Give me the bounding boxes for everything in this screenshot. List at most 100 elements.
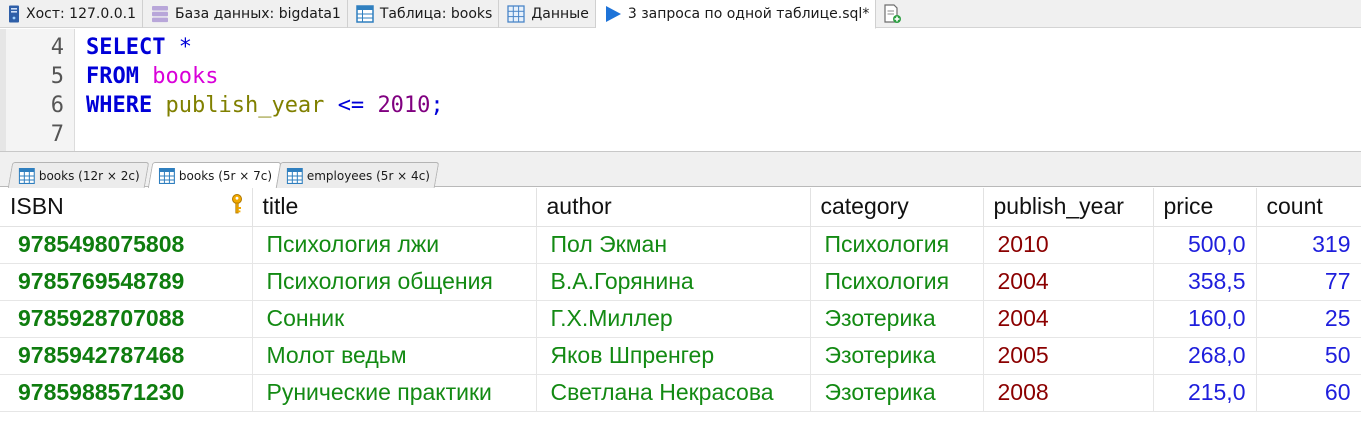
code-line-5: 5 FROM books — [0, 62, 219, 91]
gutter-divider — [74, 29, 75, 151]
column-header-label: category — [820, 193, 909, 220]
column-header-isbn[interactable]: ISBN — [0, 188, 253, 227]
grid-icon — [507, 5, 525, 23]
cell-isbn[interactable]: 9785769548789 — [0, 263, 253, 301]
tab-data-label: Данные — [531, 6, 589, 22]
column-header-label: price — [1163, 193, 1214, 220]
cell-title[interactable]: Сонник — [252, 300, 537, 338]
cell-author[interactable]: Яков Шпренгер — [536, 337, 811, 375]
cell-price[interactable]: 215,0 — [1153, 374, 1257, 412]
column-header-author[interactable]: author — [536, 188, 811, 227]
result-tab-label: employees (5r × 4c) — [306, 168, 431, 183]
cell-publish-year[interactable]: 2004 — [983, 300, 1154, 338]
table-row[interactable]: 9785988571230 Рунические практики Светла… — [0, 374, 1361, 412]
cell-publish-year[interactable]: 2010 — [983, 226, 1154, 264]
cell-title[interactable]: Рунические практики — [252, 374, 537, 412]
tab-query-label: 3 запроса по одной таблице.sql* — [627, 6, 870, 22]
sql-keyword: WHERE — [86, 93, 153, 118]
sql-editor[interactable]: 4 SELECT * 5 FROM books 6 WHERE publish_… — [0, 29, 1361, 151]
play-icon — [605, 6, 621, 22]
sql-semicolon: ; — [430, 93, 444, 118]
tab-table-label: Таблица: books — [379, 6, 493, 22]
results-grid[interactable]: ISBN title author category publish_year … — [0, 188, 1361, 412]
tab-table[interactable]: Таблица: books — [348, 0, 500, 28]
cell-category[interactable]: Эзотерика — [810, 300, 984, 338]
result-tab-label: books (5r × 7c) — [178, 169, 273, 183]
cell-publish-year[interactable]: 2004 — [983, 263, 1154, 301]
cell-count[interactable]: 60 — [1256, 374, 1361, 412]
sql-symbol: * — [165, 35, 192, 60]
tab-host-label: Хост: 127.0.0.1 — [26, 6, 136, 22]
code-text: FROM books — [86, 64, 218, 89]
line-number: 4 — [50, 35, 64, 60]
tab-query[interactable]: 3 запроса по одной таблице.sql* — [595, 0, 877, 29]
cell-isbn[interactable]: 9785988571230 — [0, 374, 253, 412]
cell-price[interactable]: 358,5 — [1153, 263, 1257, 301]
table-icon — [158, 168, 175, 184]
sql-keyword: SELECT — [86, 35, 166, 60]
cell-author[interactable]: Пол Экман — [536, 226, 811, 264]
cell-isbn[interactable]: 9785498075808 — [0, 226, 253, 264]
sql-table-name: books — [152, 64, 219, 89]
table-row[interactable]: 9785498075808 Психология лжи Пол Экман П… — [0, 226, 1361, 264]
database-icon — [151, 6, 168, 23]
table-icon — [356, 5, 374, 23]
cell-author[interactable]: Г.Х.Миллер — [536, 300, 811, 338]
table-row[interactable]: 9785928707088 Сонник Г.Х.Миллер Эзотерик… — [0, 300, 1361, 338]
column-header-price[interactable]: price — [1153, 188, 1257, 227]
line-number: 6 — [50, 93, 64, 118]
column-header-label: ISBN — [10, 193, 64, 220]
column-header-count[interactable]: count — [1256, 188, 1361, 227]
tab-database[interactable]: База данных: bigdata1 — [143, 0, 348, 28]
new-query-icon — [884, 4, 902, 23]
cell-count[interactable]: 319 — [1256, 226, 1361, 264]
cell-category[interactable]: Эзотерика — [810, 374, 984, 412]
result-tab-label: books (12r × 2c) — [38, 168, 140, 183]
result-tab-books-5r[interactable]: books (5r × 7c) — [147, 162, 282, 189]
cell-price[interactable]: 500,0 — [1153, 226, 1257, 264]
cell-publish-year[interactable]: 2008 — [983, 374, 1154, 412]
tab-data[interactable]: Данные — [499, 0, 596, 28]
sql-keyword: FROM — [86, 64, 139, 89]
column-header-category[interactable]: category — [810, 188, 984, 227]
column-header-title[interactable]: title — [252, 188, 537, 227]
cell-category[interactable]: Психология — [810, 263, 984, 301]
cell-count[interactable]: 50 — [1256, 337, 1361, 375]
column-header-label: count — [1266, 193, 1323, 220]
cell-count[interactable]: 25 — [1256, 300, 1361, 338]
top-tab-bar: Хост: 127.0.0.1 База данных: bigdata1 Та… — [0, 0, 1361, 29]
result-tab-books-12r[interactable]: books (12r × 2c) — [7, 162, 150, 188]
cell-title[interactable]: Психология общения — [252, 263, 537, 301]
cell-title[interactable]: Психология лжи — [252, 226, 537, 264]
code-line-4: 4 SELECT * — [0, 33, 192, 62]
cell-category[interactable]: Психология — [810, 226, 984, 264]
column-header-publish-year[interactable]: publish_year — [983, 188, 1154, 227]
cell-author[interactable]: Светлана Некрасова — [536, 374, 811, 412]
column-header-label: publish_year — [993, 193, 1124, 220]
cell-isbn[interactable]: 9785928707088 — [0, 300, 253, 338]
table-row[interactable]: 9785769548789 Психология общения В.А.Гор… — [0, 263, 1361, 301]
result-tab-employees[interactable]: employees (5r × 4c) — [275, 162, 440, 188]
primary-key-icon — [231, 194, 242, 214]
code-text: SELECT * — [86, 35, 192, 60]
line-number: 5 — [50, 64, 64, 89]
cell-category[interactable]: Эзотерика — [810, 337, 984, 375]
cell-price[interactable]: 160,0 — [1153, 300, 1257, 338]
table-row[interactable]: 9785942787468 Молот ведьм Яков Шпренгер … — [0, 337, 1361, 375]
cell-author[interactable]: В.А.Горянина — [536, 263, 811, 301]
table-icon — [18, 167, 35, 184]
server-icon — [9, 5, 19, 23]
tab-host[interactable]: Хост: 127.0.0.1 — [0, 0, 143, 28]
table-icon — [286, 167, 303, 184]
sql-number: 2010 — [377, 93, 431, 118]
cell-isbn[interactable]: 9785942787468 — [0, 337, 253, 375]
sql-field-name: publish_year — [165, 93, 325, 118]
cell-title[interactable]: Молот ведьм — [252, 337, 537, 375]
cell-publish-year[interactable]: 2005 — [983, 337, 1154, 375]
cell-price[interactable]: 268,0 — [1153, 337, 1257, 375]
code-text: WHERE publish_year <= 2010; — [86, 93, 444, 118]
sql-operator: <= — [337, 93, 365, 118]
tab-database-label: База данных: bigdata1 — [174, 6, 341, 22]
new-query-tab-button[interactable] — [876, 0, 908, 28]
cell-count[interactable]: 77 — [1256, 263, 1361, 301]
